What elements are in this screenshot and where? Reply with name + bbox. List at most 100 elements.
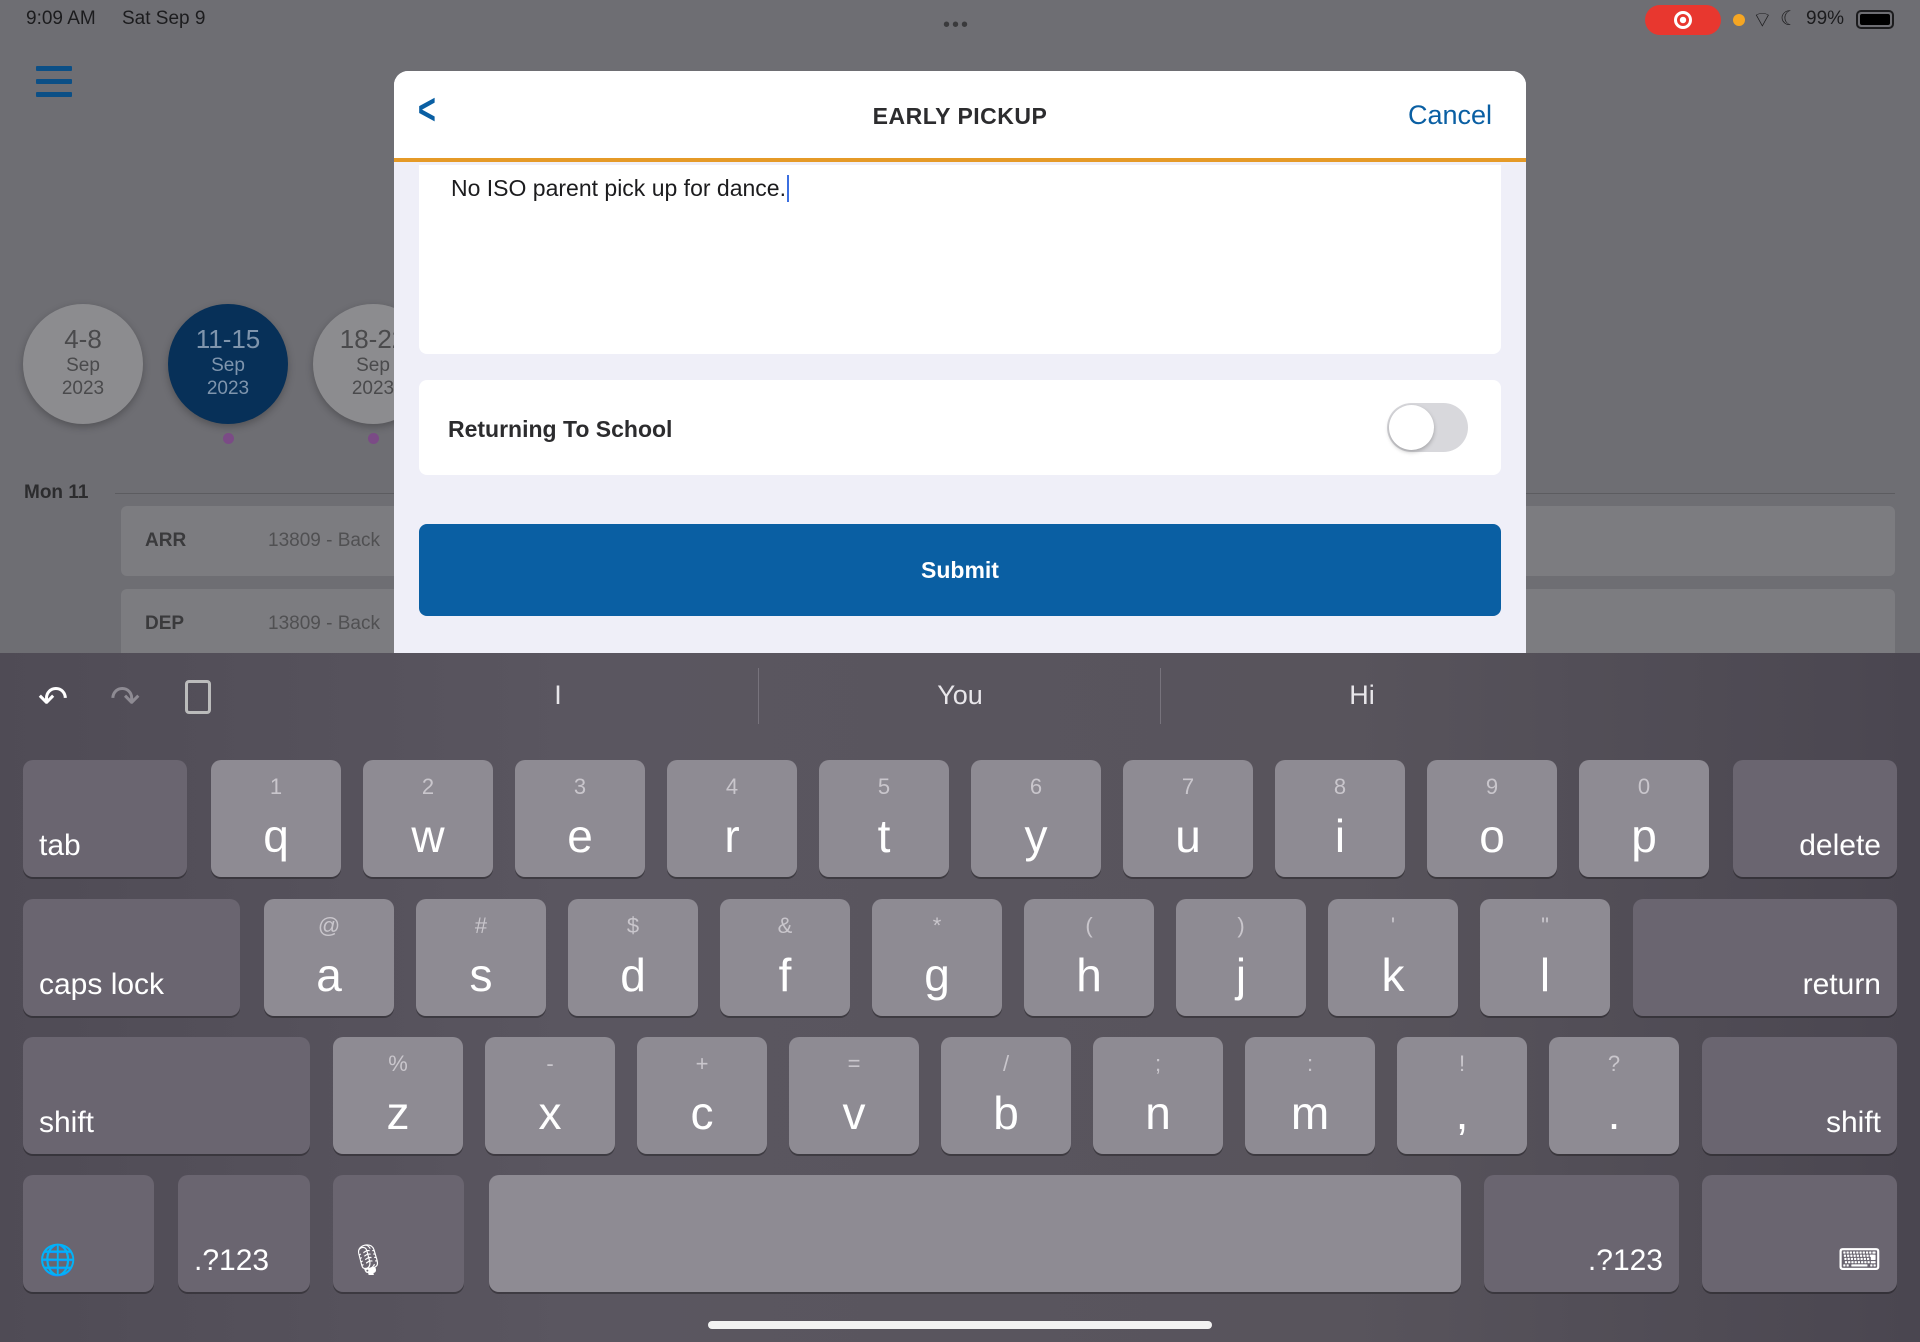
submit-button[interactable]: Submit — [419, 524, 1501, 616]
key-secondary: $ — [626, 913, 640, 938]
key-dictation[interactable]: 🎙 — [333, 1175, 464, 1292]
key-primary: e — [567, 810, 593, 862]
key-primary: b — [993, 1087, 1019, 1139]
key-t[interactable]: 5t — [819, 760, 949, 877]
key-w[interactable]: 2w — [363, 760, 493, 877]
note-textarea[interactable]: No ISO parent pick up for dance. — [419, 165, 1501, 354]
key-l[interactable]: " l — [1480, 899, 1610, 1016]
key-n[interactable]: ; n — [1093, 1037, 1223, 1154]
key-.[interactable]: ?. — [1549, 1037, 1679, 1154]
week-month: Sep — [211, 355, 245, 376]
key-a[interactable]: @ a — [264, 899, 394, 1016]
week-range: 11-15 — [195, 324, 261, 354]
key-secondary: ? — [1607, 1051, 1621, 1076]
key-e[interactable]: 3e — [515, 760, 645, 877]
home-indicator[interactable] — [708, 1321, 1212, 1329]
keyboard-dismiss-icon: ⌨ — [1837, 1244, 1881, 1277]
key-secondary: * — [932, 913, 942, 938]
key-shift-right[interactable]: shift — [1702, 1037, 1897, 1154]
row-type: DEP — [145, 613, 185, 634]
key-j[interactable]: ) j — [1176, 899, 1306, 1016]
key-y[interactable]: 6y — [971, 760, 1101, 877]
day-label: Mon 11 — [24, 482, 89, 503]
week-11-15[interactable]: 11-15 Sep 2023 — [168, 304, 288, 424]
key-secondary: 2 — [421, 774, 435, 799]
key-secondary: : — [1306, 1051, 1314, 1076]
key-numbers-right[interactable]: .?123 — [1484, 1175, 1679, 1292]
key-primary: c — [690, 1087, 714, 1139]
key-q[interactable]: 1q — [211, 760, 341, 877]
row-desc: 13809 - Back — [268, 530, 380, 551]
undo-icon[interactable]: ↶ — [38, 678, 68, 720]
key-secondary: 7 — [1181, 774, 1195, 799]
key-secondary: ; — [1154, 1051, 1162, 1076]
key-r[interactable]: 4r — [667, 760, 797, 877]
menu-icon[interactable] — [36, 66, 72, 105]
key-m[interactable]: :m — [1245, 1037, 1375, 1154]
key-z[interactable]: % z — [333, 1037, 463, 1154]
key-secondary: 3 — [573, 774, 587, 799]
key-secondary: & — [777, 913, 793, 938]
key-g[interactable]: * g — [872, 899, 1002, 1016]
key-o[interactable]: 9o — [1427, 760, 1557, 877]
key-globe[interactable]: 🌐 — [23, 1175, 154, 1292]
key-label: .?123 — [194, 1244, 270, 1277]
key-delete-right[interactable]: delete — [1733, 760, 1897, 877]
suggestion[interactable]: You — [760, 680, 1160, 711]
key-f[interactable]: & f — [720, 899, 850, 1016]
key-primary: t — [877, 810, 891, 862]
key-primary: k — [1381, 949, 1405, 1001]
key-c[interactable]: + c — [637, 1037, 767, 1154]
microphone-icon: 🎙 — [349, 1244, 388, 1277]
key-k[interactable]: ' k — [1328, 899, 1458, 1016]
key-tab[interactable]: tab — [23, 760, 187, 877]
key-u[interactable]: 7u — [1123, 760, 1253, 877]
status-date: Sat Sep 9 — [122, 8, 206, 29]
paste-icon[interactable] — [185, 680, 211, 714]
key-shift[interactable]: shift — [23, 1037, 310, 1154]
redo-icon[interactable]: ↷ — [110, 678, 140, 720]
key-label: .?123 — [1587, 1244, 1663, 1277]
key-primary: , — [1455, 1087, 1469, 1139]
key-primary: f — [778, 949, 792, 1001]
key-numbers-left[interactable]: .?123 — [178, 1175, 310, 1292]
key-label: shift — [1825, 1106, 1881, 1139]
key-s[interactable]: # s — [416, 899, 546, 1016]
key-dismiss-keyboard[interactable]: ⌨ — [1702, 1175, 1897, 1292]
key-i[interactable]: 8i — [1275, 760, 1405, 877]
key-secondary: ( — [1085, 913, 1093, 938]
key-space[interactable] — [489, 1175, 1461, 1292]
key-primary: g — [924, 949, 950, 1001]
divider — [1160, 668, 1161, 724]
key-d[interactable]: $ d — [568, 899, 698, 1016]
key-primary: x — [538, 1087, 562, 1139]
row-desc: 13809 - Back — [268, 613, 380, 634]
week-4-8[interactable]: 4-8 Sep 2023 — [23, 304, 143, 424]
key-label: caps lock — [39, 968, 165, 1001]
multitasking-dots-icon[interactable]: ••• — [943, 14, 970, 37]
key-primary: r — [724, 810, 740, 862]
event-dot — [223, 433, 234, 444]
key-return-right[interactable]: return — [1633, 899, 1897, 1016]
key-secondary: 0 — [1637, 774, 1651, 799]
key-secondary: # — [474, 913, 488, 938]
key-secondary: + — [695, 1051, 709, 1076]
key-x[interactable]: -x — [485, 1037, 615, 1154]
cancel-button[interactable]: Cancel — [1408, 100, 1492, 131]
moon-icon: ☾ — [1780, 8, 1798, 30]
key-primary: n — [1145, 1087, 1171, 1139]
key-v[interactable]: = v — [789, 1037, 919, 1154]
key-b[interactable]: / b — [941, 1037, 1071, 1154]
key-caps-lock[interactable]: caps lock — [23, 899, 240, 1016]
suggestion[interactable]: Hi — [1162, 680, 1562, 711]
key-h[interactable]: (h — [1024, 899, 1154, 1016]
key-label: shift — [39, 1106, 95, 1139]
key-,[interactable]: !, — [1397, 1037, 1527, 1154]
suggestion[interactable]: I — [358, 680, 758, 711]
key-secondary: @ — [317, 913, 341, 938]
key-secondary: ) — [1237, 913, 1245, 938]
screen-recording-icon[interactable] — [1645, 5, 1721, 35]
key-p[interactable]: 0p — [1579, 760, 1709, 877]
returning-to-school-toggle[interactable] — [1387, 403, 1468, 452]
week-month: Sep — [66, 355, 100, 376]
